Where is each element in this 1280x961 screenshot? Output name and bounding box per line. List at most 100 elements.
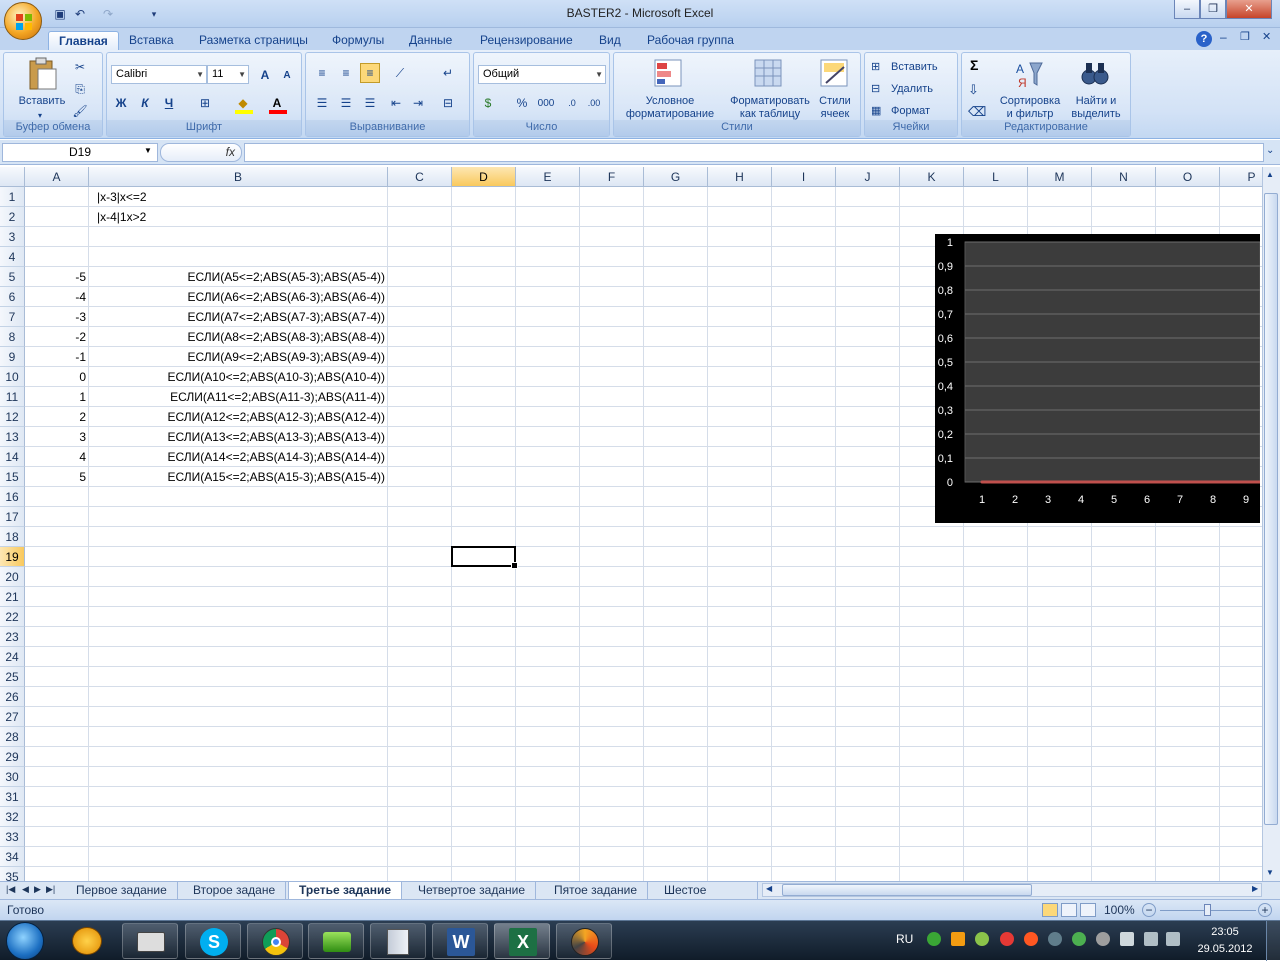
maximize-button[interactable]: ❐	[1200, 0, 1226, 19]
cell-a15[interactable]: 5	[25, 467, 89, 487]
row-header-15[interactable]: 15	[0, 467, 25, 487]
chrome-taskbar-button[interactable]	[247, 923, 303, 959]
cell-b12[interactable]: ЕСЛИ(A12<=2;ABS(A12-3);ABS(A12-4))	[89, 407, 388, 427]
format-painter-icon[interactable]: 🖌	[70, 101, 90, 121]
expand-formula-bar-icon[interactable]: ⌄	[1266, 145, 1274, 156]
find-select-icon[interactable]	[1080, 59, 1110, 89]
help-icon[interactable]: ?	[1196, 31, 1212, 47]
name-box-dropdown-icon[interactable]: ▼	[144, 146, 152, 155]
sort-filter-button[interactable]: Сортировка и фильтр	[990, 95, 1070, 121]
row-header-24[interactable]: 24	[0, 647, 25, 667]
row-header-13[interactable]: 13	[0, 427, 25, 447]
word-taskbar-button[interactable]: W	[432, 923, 488, 959]
tray-icon[interactable]	[975, 932, 989, 946]
row-header-8[interactable]: 8	[0, 327, 25, 347]
zoom-out-icon[interactable]: −	[1142, 903, 1156, 917]
shrink-font-icon[interactable]: A	[277, 65, 297, 85]
row-header-28[interactable]: 28	[0, 727, 25, 747]
tab-workgroup[interactable]: Рабочая группа	[637, 31, 744, 50]
orientation-icon[interactable]: ⟋	[390, 63, 410, 83]
cell-b10[interactable]: ЕСЛИ(A10<=2;ABS(A10-3);ABS(A10-4))	[89, 367, 388, 387]
delete-cells-button[interactable]: Удалить	[891, 83, 933, 96]
row-header-22[interactable]: 22	[0, 607, 25, 627]
cell-b7[interactable]: ЕСЛИ(A7<=2;ABS(A7-3);ABS(A7-4))	[89, 307, 388, 327]
clear-icon[interactable]: ⌫	[968, 105, 986, 118]
format-as-table-icon[interactable]	[754, 59, 784, 89]
tray-icon[interactable]	[1072, 932, 1086, 946]
percent-button[interactable]: %	[512, 93, 532, 113]
formula-input[interactable]	[244, 143, 1264, 162]
page-break-view-icon[interactable]	[1080, 903, 1096, 917]
ribbon-restore-icon[interactable]: ❐	[1240, 30, 1250, 43]
column-header-h[interactable]: H	[708, 167, 772, 187]
font-name-combo[interactable]: Calibri ▼	[111, 65, 207, 84]
workbook-close-icon[interactable]: ✕	[1262, 30, 1271, 43]
minimize-button[interactable]: –	[1174, 0, 1200, 19]
row-header-26[interactable]: 26	[0, 687, 25, 707]
row-header-21[interactable]: 21	[0, 587, 25, 607]
select-all-corner[interactable]	[0, 167, 25, 187]
ribbon-minimize-icon[interactable]: –	[1220, 30, 1227, 44]
archive-taskbar-button[interactable]	[370, 923, 426, 959]
row-header-18[interactable]: 18	[0, 527, 25, 547]
row-header-11[interactable]: 11	[0, 387, 25, 407]
sheet-tab[interactable]: Первое задание	[66, 882, 178, 899]
row-header-32[interactable]: 32	[0, 807, 25, 827]
cell-styles-button[interactable]: Стили ячеек	[812, 95, 858, 121]
cell-b2[interactable]: |x-4|1x>2	[89, 207, 388, 227]
row-header-10[interactable]: 10	[0, 367, 25, 387]
column-header-e[interactable]: E	[516, 167, 580, 187]
wrap-text-icon[interactable]: ↵	[438, 63, 458, 83]
column-header-a[interactable]: A	[25, 167, 89, 187]
align-left-icon[interactable]: ☰	[312, 93, 332, 113]
network-tray-icon[interactable]	[1144, 932, 1158, 946]
horizontal-scroll-thumb[interactable]	[782, 884, 1032, 896]
player-tray-icon[interactable]	[951, 932, 965, 946]
next-sheet-icon[interactable]: ▶	[34, 884, 41, 895]
row-header-23[interactable]: 23	[0, 627, 25, 647]
cell-a11[interactable]: 1	[25, 387, 89, 407]
last-sheet-icon[interactable]: ▶|	[46, 884, 55, 895]
increase-decimal-icon[interactable]: .0	[562, 93, 582, 113]
row-header-25[interactable]: 25	[0, 667, 25, 687]
language-indicator[interactable]: RU	[896, 932, 913, 946]
copy-icon[interactable]: ⎘	[70, 79, 90, 99]
tab-page-layout[interactable]: Разметка страницы	[189, 31, 318, 50]
sheet-tab[interactable]: Четвертое задание	[408, 882, 536, 899]
row-header-35[interactable]: 35	[0, 867, 25, 881]
cell-b13[interactable]: ЕСЛИ(A13<=2;ABS(A13-3);ABS(A13-4))	[89, 427, 388, 447]
borders-icon[interactable]: ⊞	[195, 93, 215, 113]
align-middle-icon[interactable]: ≡	[336, 63, 356, 83]
column-header-k[interactable]: K	[900, 167, 964, 187]
cell-a14[interactable]: 4	[25, 447, 89, 467]
column-header-j[interactable]: J	[836, 167, 900, 187]
align-center-icon[interactable]: ☰	[336, 93, 356, 113]
column-header-o[interactable]: O	[1156, 167, 1220, 187]
zoom-in-icon[interactable]: +	[1258, 903, 1272, 917]
page-layout-view-icon[interactable]	[1061, 903, 1077, 917]
cell-a5[interactable]: -5	[25, 267, 89, 287]
tab-data[interactable]: Данные	[399, 31, 462, 50]
bold-button[interactable]: Ж	[111, 93, 131, 113]
row-header-29[interactable]: 29	[0, 747, 25, 767]
underline-button[interactable]: Ч	[159, 93, 179, 113]
cell-b11[interactable]: ЕСЛИ(A11<=2;ABS(A11-3);ABS(A11-4))	[89, 387, 388, 407]
row-header-30[interactable]: 30	[0, 767, 25, 787]
embedded-chart[interactable]: 0 0,1 0,2 0,3 0,4 0,5 0,6 0,7 0,8 0,9 1 1 2 3 4 5 6 7 8 9	[935, 234, 1260, 523]
column-header-f[interactable]: F	[580, 167, 644, 187]
first-sheet-icon[interactable]: |◀	[6, 884, 15, 895]
utorrent-tray-icon[interactable]	[927, 932, 941, 946]
column-header-i[interactable]: I	[772, 167, 836, 187]
format-as-table-button[interactable]: Форматировать как таблицу	[722, 95, 818, 121]
tab-insert[interactable]: Вставка	[119, 31, 184, 50]
column-header-d[interactable]: D	[452, 167, 516, 187]
row-header-31[interactable]: 31	[0, 787, 25, 807]
scroll-left-icon[interactable]: ◀	[766, 884, 772, 893]
find-select-button[interactable]: Найти и выделить	[1062, 95, 1130, 121]
conditional-format-button[interactable]: Условное форматирование	[616, 95, 724, 121]
row-header-16[interactable]: 16	[0, 487, 25, 507]
sheet-tab[interactable]: Второе задане	[183, 882, 287, 899]
column-header-b[interactable]: B	[89, 167, 388, 187]
row-header-27[interactable]: 27	[0, 707, 25, 727]
vertical-scroll-thumb[interactable]	[1264, 193, 1278, 825]
